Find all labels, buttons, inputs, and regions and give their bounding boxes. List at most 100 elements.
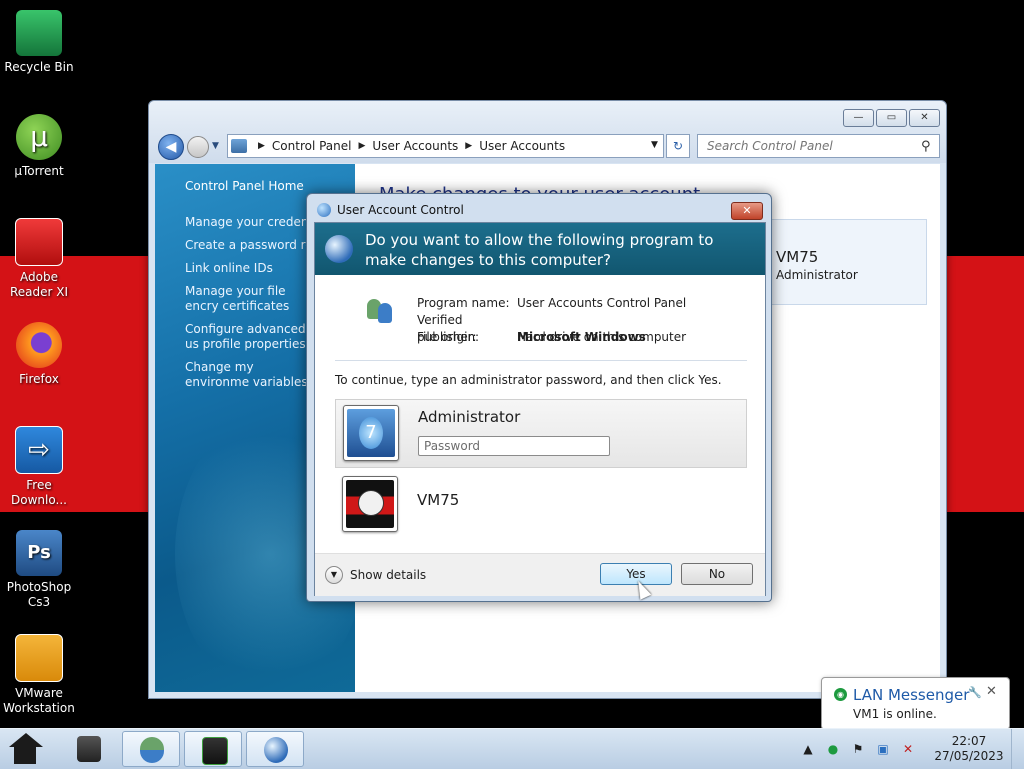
desktop-icon-label: Recycle Bin [4,60,74,74]
sidebar-link-environment-variables[interactable]: Change my environme variables [185,360,310,390]
desktop-icon-label: Firefox [19,372,59,386]
lan-messenger-icon: ◉ [834,688,847,701]
taskbar: ▲ ● ⚑ ▣ ✕ 22:07 27/05/2023 [0,728,1024,769]
password-field[interactable] [418,436,610,456]
back-button[interactable]: ◀ [158,134,184,160]
desktop-icon-label: Free Downlo... [11,478,67,507]
notification-message: VM1 is online. [853,707,937,721]
taskbar-explorer[interactable] [60,731,118,767]
address-dropdown-icon[interactable]: ▼ [647,134,662,156]
recycle-bin-icon [16,10,62,56]
desktop-icon-photoshop[interactable]: Ps PhotoShop Cs3 [0,524,78,610]
program-name-label: Program name: [417,296,510,310]
taskbar-uac[interactable] [246,731,304,767]
notification-close-icon[interactable]: ✕ [986,684,997,699]
account-name: Administrator [418,408,521,426]
dialog-title-bar: User Account Control [317,203,464,217]
chevron-down-icon: ▼ [325,566,343,584]
desktop-icon-firefox[interactable]: Firefox [0,316,78,387]
flag-icon[interactable]: ⚑ [850,741,866,757]
user-accounts-icon [365,295,395,325]
account-name: VM75 [417,491,460,509]
desktop-icon-recycle-bin[interactable]: Recycle Bin [0,4,78,75]
dialog-body: Do you want to allow the following progr… [314,222,766,596]
uac-question: Do you want to allow the following progr… [365,231,714,269]
window-controls: — ▭ ✕ [843,109,940,127]
desktop-icon-utorrent[interactable]: µ µTorrent [0,108,78,179]
show-details-button[interactable]: ▼ Show details [325,566,426,584]
clock-time: 22:07 [951,734,987,748]
desktop-icon-adobe-reader[interactable]: Adobe Reader XI [0,212,78,300]
lan-messenger-tray-icon[interactable]: ● [825,741,841,757]
user-accounts-icon [140,737,164,763]
chevron-right-icon: ▶ [258,141,265,151]
desktop-icon-label: VMware Workstation [3,686,75,715]
badge-icon [358,490,384,516]
show-desktop-button[interactable] [1011,729,1024,769]
sidebar-link-control-panel-home[interactable]: Control Panel Home [185,179,355,194]
clock[interactable]: 22:07 27/05/2023 [930,734,1008,764]
program-name-row: Program name: User Accounts Control Panel [417,295,686,312]
refresh-button[interactable]: ↻ [666,134,690,158]
breadcrumb-user-accounts-current[interactable]: User Accounts [479,139,565,153]
origin-value: Hard drive on this computer [517,330,687,344]
minimize-button[interactable]: — [843,109,874,127]
no-button[interactable]: No [681,563,753,585]
dialog-title: User Account Control [337,203,464,217]
uac-shield-icon [317,203,331,217]
desktop-icon-vmware[interactable]: VMware Workstation [0,628,78,716]
user-name: VM75 [776,248,819,266]
utorrent-icon: µ [16,114,62,160]
program-name-value: User Accounts Control Panel [517,296,687,310]
adobe-reader-icon [15,218,63,266]
chevron-right-icon: ▶ [465,141,473,151]
dialog-footer: ▼ Show details Yes No [315,553,765,596]
firefox-icon [16,322,62,368]
uac-shield-icon [264,737,288,763]
vmware-icon [15,634,63,682]
recent-pages-dropdown[interactable]: ▼ [212,141,219,151]
divider [335,360,747,361]
uac-instruction: To continue, type an administrator passw… [335,373,722,387]
sidebar-link-file-encryption[interactable]: Manage your file encry certificates [185,284,310,314]
clock-date: 27/05/2023 [934,749,1004,763]
account-tile-vm75[interactable]: VM75 [335,471,745,533]
user-role: Administrator [776,268,858,282]
forward-button[interactable] [187,136,209,158]
taskbar-terminal[interactable] [184,731,242,767]
breadcrumb-control-panel[interactable]: Control Panel [272,139,352,153]
terminal-icon [202,737,228,765]
maximize-button[interactable]: ▭ [876,109,907,127]
search-input[interactable] [705,138,917,154]
search-icon[interactable]: ⚲ [921,139,931,154]
breadcrumb-user-accounts[interactable]: User Accounts [372,139,458,153]
desktop-icon-free-download-manager[interactable]: ⇨ Free Downlo... [0,420,78,508]
volume-muted-icon[interactable]: ✕ [900,741,916,757]
chevron-right-icon: ▶ [358,141,366,151]
show-hidden-icons-icon[interactable]: ▲ [800,741,816,757]
home-icon [9,733,43,747]
control-panel-icon [231,139,247,153]
vm75-avatar [342,476,398,532]
windows-seven-icon: 7 [359,417,383,449]
system-tray: ▲ ● ⚑ ▣ ✕ [800,733,916,765]
sidebar-link-advanced-profile[interactable]: Configure advanced us profile properties [185,322,310,352]
address-bar[interactable]: ▶ Control Panel ▶ User Accounts ▶ User A… [227,134,664,158]
wrench-icon[interactable]: 🔧 [968,686,982,699]
taskbar-user-accounts[interactable] [122,731,180,767]
desktop-icon-label: Adobe Reader XI [9,270,69,299]
explorer-icon [77,736,101,762]
uac-dialog: User Account Control ✕ Do you want to al… [306,193,772,602]
desktop-icon-label: µTorrent [14,164,64,178]
photoshop-icon: Ps [16,530,62,576]
start-button[interactable] [8,733,43,765]
dialog-close-button[interactable]: ✕ [731,202,763,220]
network-icon[interactable]: ▣ [875,741,891,757]
search-box[interactable]: ⚲ [697,134,940,158]
lan-messenger-notification[interactable]: ◉ LAN Messenger VM1 is online. 🔧 ✕ [821,677,1010,742]
free-download-manager-icon: ⇨ [15,426,63,474]
uac-banner: Do you want to allow the following progr… [315,223,765,275]
origin-row: File origin: Hard drive on this computer [417,329,686,346]
close-button[interactable]: ✕ [909,109,940,127]
account-tile-administrator[interactable]: 7 Administrator [335,399,747,468]
